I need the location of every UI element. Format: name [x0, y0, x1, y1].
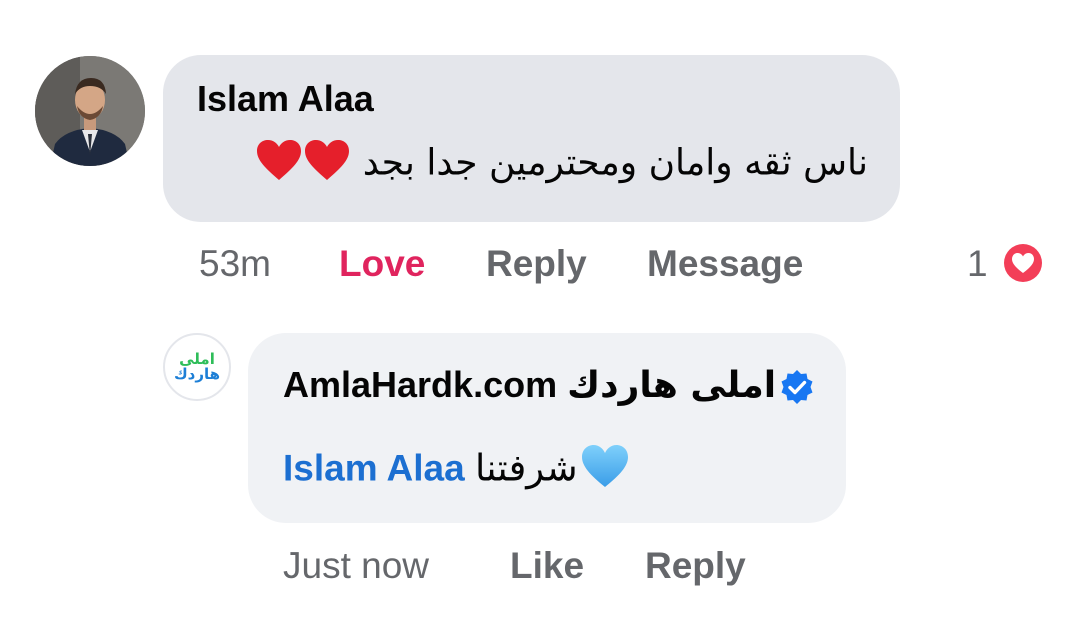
reply-timestamp: Just now — [283, 545, 430, 586]
mention-link[interactable]: Islam Alaa — [283, 447, 465, 488]
comment-text: ناس ثقه وامان ومحترمين جدا بجد — [196, 138, 868, 191]
reply-author-arabic: املى هاردك — [567, 365, 777, 406]
red-hearts-emoji — [255, 138, 351, 191]
message-button[interactable]: Message — [647, 243, 803, 285]
blue-heart-emoji — [580, 443, 630, 498]
profile-photo-icon — [35, 56, 145, 166]
commenter-avatar[interactable] — [35, 56, 145, 166]
love-reaction-button[interactable]: Love — [339, 243, 425, 285]
page-avatar[interactable]: املى هاردك — [163, 333, 231, 401]
comment-author-name[interactable]: Islam Alaa — [197, 78, 374, 120]
reply-author-latin: AmlaHardk.com — [283, 364, 558, 405]
reply-body: شرفتنا — [474, 446, 578, 490]
page-avatar-line2: هاردك — [173, 365, 221, 383]
reaction-count[interactable]: 1 — [967, 243, 988, 285]
comment-timestamp: 53m — [199, 243, 271, 284]
comment-body: ناس ثقه وامان ومحترمين جدا بجد — [362, 142, 868, 184]
reply-reply-button[interactable]: Reply — [645, 545, 746, 587]
red-heart-icon — [257, 140, 350, 180]
love-reaction-icon[interactable] — [1000, 240, 1046, 286]
reply-author-name[interactable]: AmlaHardk.com املى هاردك — [283, 364, 776, 406]
blue-heart-icon — [581, 445, 628, 487]
like-button[interactable]: Like — [510, 545, 584, 587]
reply-text: Islam Alaa شرفتنا — [283, 443, 630, 498]
reply-button[interactable]: Reply — [486, 243, 587, 285]
verified-badge-icon — [781, 370, 813, 404]
